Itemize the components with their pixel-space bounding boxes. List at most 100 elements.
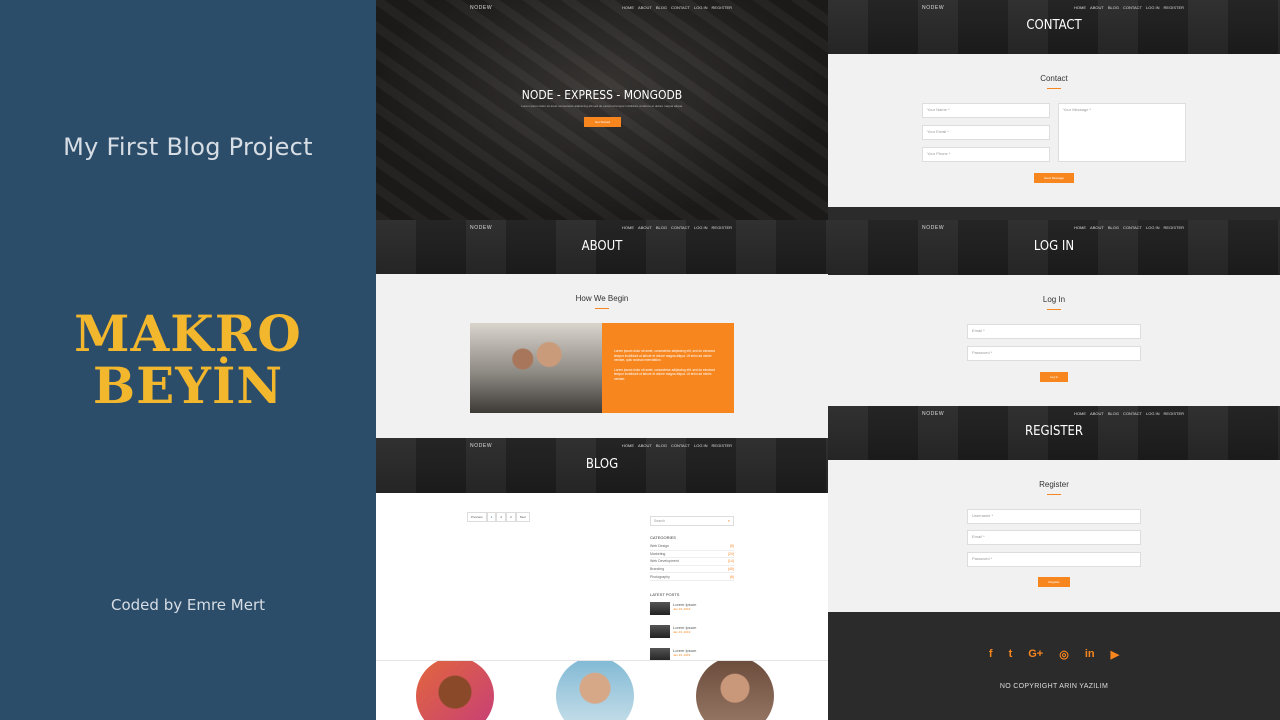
nav-link-about[interactable]: ABOUT [638,225,652,230]
pager-previous[interactable]: Previous [467,512,487,522]
category-item[interactable]: Photography (6) [650,573,734,581]
pagination: Previous 1 2 3 Next [467,512,530,522]
nav-link-contact[interactable]: CONTACT [1123,411,1142,416]
nav-logo[interactable]: NODEW [470,5,492,11]
nav-link-register[interactable]: REGISTER [712,443,732,448]
google-plus-icon[interactable]: G+ [1028,648,1043,661]
latest-post-item[interactable]: Lorem Ipsum Jan 19, 2019 [650,625,734,638]
nav-link-register[interactable]: REGISTER [1164,5,1184,10]
instagram-icon[interactable]: ◎ [1059,648,1069,661]
nav-link-about[interactable]: ABOUT [638,443,652,448]
nav-link-register[interactable]: REGISTER [712,5,732,10]
pager-next[interactable]: Next [515,512,530,522]
nav-link-about[interactable]: ABOUT [1090,225,1104,230]
pager-page-1[interactable]: 1 [486,512,497,522]
about-para-2: Lorem ipsum dolor sit amet, consectetur … [614,367,715,381]
nav-link-home[interactable]: HOME [1074,411,1086,416]
nav-link-home[interactable]: HOME [1074,5,1086,10]
title-underline [595,308,609,309]
get-started-button[interactable]: Get Started [584,117,621,127]
nav-link-register[interactable]: REGISTER [1164,225,1184,230]
nav-link-login[interactable]: LOG IN [1146,225,1160,230]
nav-logo[interactable]: NODEW [922,225,944,231]
twitter-icon[interactable]: t [1009,648,1013,661]
title-underline [1047,88,1061,89]
blog-page-screenshot: NODEW HOME ABOUT BLOG CONTACT LOG IN REG… [376,438,828,660]
hero-subtitle: Lorem ipsum dolor sit amet consectetur a… [521,104,683,108]
nav-link-contact[interactable]: CONTACT [671,225,690,230]
search-icon[interactable]: ⌕ [728,518,730,523]
contact-footer-strip [828,207,1280,220]
category-item[interactable]: Web Design (5) [650,543,734,551]
team-avatar-2 [556,661,634,720]
home-nav: NODEW HOME ABOUT BLOG CONTACT LOG IN REG… [376,5,828,15]
register-header: NODEW HOME ABOUT BLOG CONTACT LOG IN REG… [828,406,1280,460]
brand-line-2: BEYİN [92,356,284,415]
category-item[interactable]: Branding (40) [650,566,734,574]
contact-header-title: CONTACT [1026,18,1082,33]
nav-link-blog[interactable]: BLOG [656,443,667,448]
team-hands-image [470,323,602,413]
login-section-title: Log In [1042,295,1066,304]
contact-header: NODEW HOME ABOUT BLOG CONTACT LOG IN REG… [828,0,1280,54]
phone-field[interactable]: Your Phone * [922,147,1050,162]
nav-link-login[interactable]: LOG IN [1146,411,1160,416]
register-email-field[interactable]: Email * [967,530,1141,545]
linkedin-icon[interactable]: in [1085,648,1095,661]
nav-link-about[interactable]: ABOUT [1090,5,1104,10]
register-password-field[interactable]: Password * [967,552,1141,567]
latest-post-item[interactable]: Lorem Ipsum Jan 19, 2019 [650,602,734,615]
nav-link-login[interactable]: LOG IN [694,443,708,448]
category-item[interactable]: Marketing (24) [650,551,734,559]
blog-header: NODEW HOME ABOUT BLOG CONTACT LOG IN REG… [376,438,828,493]
contact-page-screenshot: NODEW HOME ABOUT BLOG CONTACT LOG IN REG… [828,0,1280,220]
nav-logo[interactable]: NODEW [922,411,944,417]
brand-logo: MAKRO BEYİN [0,308,376,412]
pager-page-2[interactable]: 2 [496,512,507,522]
nav-link-contact[interactable]: CONTACT [1123,5,1142,10]
nav-logo[interactable]: NODEW [470,225,492,231]
send-message-button[interactable]: Send Message [1034,173,1074,183]
register-username-field[interactable]: Username * [967,509,1141,524]
youtube-icon[interactable]: ▶ [1111,648,1119,661]
nav-link-home[interactable]: HOME [622,225,634,230]
register-button[interactable]: Register [1038,577,1070,587]
nav-link-blog[interactable]: BLOG [656,5,667,10]
nav-link-about[interactable]: ABOUT [638,5,652,10]
email-field[interactable]: Your Email * [922,125,1050,140]
nav-link-contact[interactable]: CONTACT [1123,225,1142,230]
pager-page-3[interactable]: 3 [506,512,516,522]
nav-link-home[interactable]: HOME [1074,225,1086,230]
nav-link-register[interactable]: REGISTER [712,225,732,230]
message-field[interactable]: Your Message * [1058,103,1186,162]
nav-logo[interactable]: NODEW [470,443,492,449]
facebook-icon[interactable]: f [989,648,993,661]
team-avatar-3 [696,661,774,720]
nav-link-blog[interactable]: BLOG [1108,411,1119,416]
login-button[interactable]: Log In [1040,372,1068,382]
latest-post-item[interactable]: Lorem Ipsum Jan 19, 2019 [650,648,734,660]
nav-link-login[interactable]: LOG IN [694,5,708,10]
login-password-field[interactable]: Password * [967,346,1141,361]
blog-search-input[interactable]: Search ⌕ [650,516,734,526]
nav-link-blog[interactable]: BLOG [1108,225,1119,230]
nav-link-about[interactable]: ABOUT [1090,411,1104,416]
register-header-title: REGISTER [1024,424,1084,439]
nav-link-blog[interactable]: BLOG [1108,5,1119,10]
about-page-screenshot: NODEW HOME ABOUT BLOG CONTACT LOG IN REG… [376,220,828,438]
project-title: My First Blog Project [63,133,313,161]
nav-link-contact[interactable]: CONTACT [671,443,690,448]
login-email-field[interactable]: Email * [967,324,1141,339]
nav-link-login[interactable]: LOG IN [1146,5,1160,10]
nav-link-blog[interactable]: BLOG [656,225,667,230]
register-section-title: Register [1039,480,1069,489]
nav-link-contact[interactable]: CONTACT [671,5,690,10]
nav-logo[interactable]: NODEW [922,5,944,11]
nav-link-home[interactable]: HOME [622,443,634,448]
nav-link-home[interactable]: HOME [622,5,634,10]
name-field[interactable]: Your Name * [922,103,1050,118]
nav-link-register[interactable]: REGISTER [1164,411,1184,416]
nav-link-login[interactable]: LOG IN [694,225,708,230]
latest-posts-list: Lorem Ipsum Jan 19, 2019 Lorem Ipsum Jan 1… [650,602,734,660]
category-item[interactable]: Web Development (14) [650,558,734,566]
